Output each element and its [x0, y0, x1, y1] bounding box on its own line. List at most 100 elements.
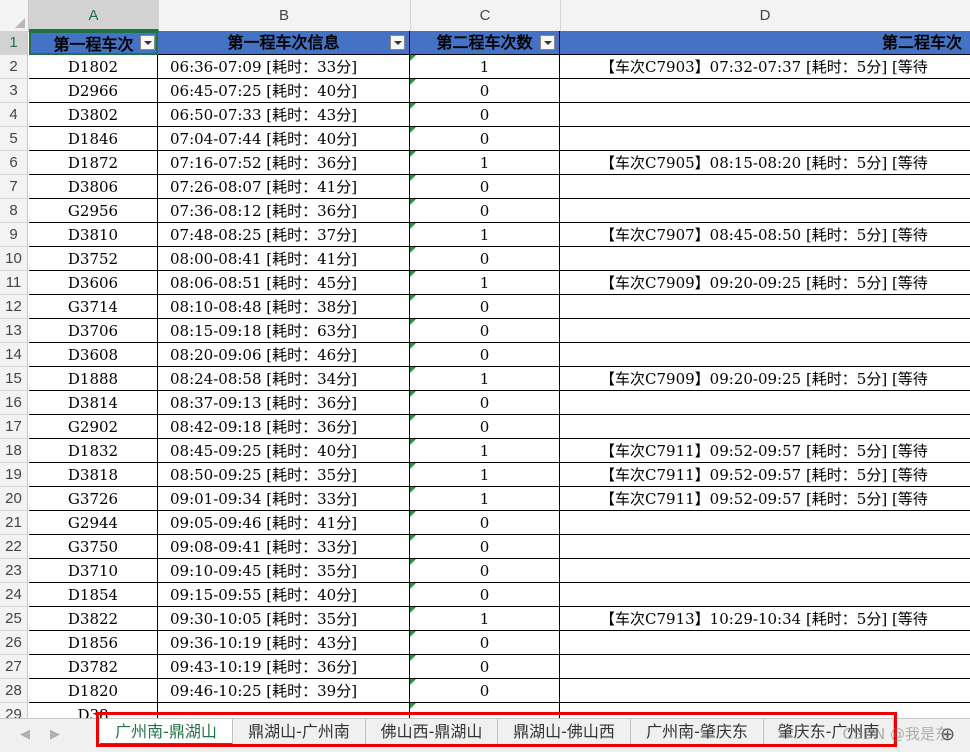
- table-cell-a[interactable]: D1856: [29, 631, 158, 655]
- table-cell-b[interactable]: 07:48-08:25 [耗时：37分]: [158, 223, 410, 247]
- table-cell-d[interactable]: 【车次C7909】09:20-09:25 [耗时：5分] [等待: [560, 367, 970, 391]
- row-header[interactable]: 22: [0, 535, 28, 559]
- table-cell-d[interactable]: [560, 559, 970, 583]
- table-cell-a[interactable]: D1854: [29, 583, 158, 607]
- table-cell-b[interactable]: 09:01-09:34 [耗时：33分]: [158, 487, 410, 511]
- table-cell-c[interactable]: 1: [410, 607, 560, 631]
- table-cell-b[interactable]: 06:36-07:09 [耗时：33分]: [158, 55, 410, 79]
- table-cell-c[interactable]: 1: [410, 151, 560, 175]
- table-cell-a[interactable]: D1846: [29, 127, 158, 151]
- table-cell-a[interactable]: G3750: [29, 535, 158, 559]
- table-cell-b[interactable]: 09:15-09:55 [耗时：40分]: [158, 583, 410, 607]
- table-cell-a[interactable]: D2966: [29, 79, 158, 103]
- table-cell-b[interactable]: [158, 703, 410, 718]
- table-cell-b[interactable]: 08:37-09:13 [耗时：36分]: [158, 391, 410, 415]
- filter-dropdown-icon[interactable]: [540, 35, 555, 50]
- tab-scroll-right-icon[interactable]: ▶: [50, 727, 60, 742]
- table-cell-b[interactable]: 08:45-09:25 [耗时：40分]: [158, 439, 410, 463]
- table-cell-a[interactable]: D1832: [29, 439, 158, 463]
- table-cell-c[interactable]: 0: [410, 103, 560, 127]
- table-cell-a[interactable]: D38: [29, 703, 158, 718]
- table-cell-a[interactable]: D3806: [29, 175, 158, 199]
- filter-dropdown-icon[interactable]: [140, 35, 155, 50]
- select-all-corner[interactable]: [0, 0, 29, 31]
- table-cell-d[interactable]: [560, 655, 970, 679]
- table-cell-d[interactable]: [560, 79, 970, 103]
- table-cell-b[interactable]: 09:36-10:19 [耗时：43分]: [158, 631, 410, 655]
- row-header[interactable]: 13: [0, 319, 28, 343]
- table-cell-d[interactable]: [560, 247, 970, 271]
- header-cell-b[interactable]: 第一程车次信息: [158, 31, 410, 55]
- table-cell-c[interactable]: 0: [410, 631, 560, 655]
- table-cell-b[interactable]: 09:46-10:25 [耗时：39分]: [158, 679, 410, 703]
- table-cell-d[interactable]: [560, 511, 970, 535]
- header-cell-d[interactable]: 第二程车次: [560, 31, 970, 55]
- sheet-tab[interactable]: 广州南-肇庆东: [631, 719, 764, 745]
- table-cell-d[interactable]: 【车次C7905】08:15-08:20 [耗时：5分] [等待: [560, 151, 970, 175]
- table-cell-a[interactable]: G3726: [29, 487, 158, 511]
- table-cell-b[interactable]: 08:00-08:41 [耗时：41分]: [158, 247, 410, 271]
- row-header[interactable]: 2: [0, 55, 28, 79]
- table-cell-c[interactable]: 1: [410, 367, 560, 391]
- table-cell-a[interactable]: D3706: [29, 319, 158, 343]
- row-header[interactable]: 1: [0, 31, 28, 55]
- filter-dropdown-icon[interactable]: [390, 35, 405, 50]
- row-header[interactable]: 24: [0, 583, 28, 607]
- table-cell-d[interactable]: [560, 199, 970, 223]
- table-cell-b[interactable]: 08:50-09:25 [耗时：35分]: [158, 463, 410, 487]
- table-cell-b[interactable]: 07:16-07:52 [耗时：36分]: [158, 151, 410, 175]
- table-cell-a[interactable]: D3814: [29, 391, 158, 415]
- table-cell-d[interactable]: [560, 679, 970, 703]
- table-cell-a[interactable]: G2956: [29, 199, 158, 223]
- table-cell-c[interactable]: 0: [410, 295, 560, 319]
- table-cell-c[interactable]: 0: [410, 511, 560, 535]
- header-cell-c[interactable]: 第二程车次数: [410, 31, 560, 55]
- row-header[interactable]: 12: [0, 295, 28, 319]
- table-cell-a[interactable]: D3608: [29, 343, 158, 367]
- row-header[interactable]: 15: [0, 367, 28, 391]
- table-cell-b[interactable]: 07:36-08:12 [耗时：36分]: [158, 199, 410, 223]
- table-cell-a[interactable]: D1888: [29, 367, 158, 391]
- table-cell-d[interactable]: [560, 319, 970, 343]
- table-cell-a[interactable]: G2902: [29, 415, 158, 439]
- table-cell-b[interactable]: 09:08-09:41 [耗时：33分]: [158, 535, 410, 559]
- row-header[interactable]: 3: [0, 79, 28, 103]
- row-header[interactable]: 8: [0, 199, 28, 223]
- table-cell-c[interactable]: 0: [410, 175, 560, 199]
- table-cell-b[interactable]: 07:04-07:44 [耗时：40分]: [158, 127, 410, 151]
- row-header[interactable]: 7: [0, 175, 28, 199]
- table-cell-c[interactable]: 1: [410, 487, 560, 511]
- table-cell-c[interactable]: 0: [410, 415, 560, 439]
- table-cell-b[interactable]: 08:15-09:18 [耗时：63分]: [158, 319, 410, 343]
- table-cell-a[interactable]: D1820: [29, 679, 158, 703]
- row-header[interactable]: 29: [0, 703, 28, 718]
- row-header[interactable]: 25: [0, 607, 28, 631]
- table-cell-b[interactable]: 09:05-09:46 [耗时：41分]: [158, 511, 410, 535]
- table-cell-c[interactable]: 0: [410, 583, 560, 607]
- table-cell-a[interactable]: D3818: [29, 463, 158, 487]
- table-cell-d[interactable]: [560, 343, 970, 367]
- table-cell-d[interactable]: [560, 583, 970, 607]
- table-cell-d[interactable]: 【车次C7911】09:52-09:57 [耗时：5分] [等待: [560, 463, 970, 487]
- table-cell-c[interactable]: 0: [410, 127, 560, 151]
- row-header[interactable]: 9: [0, 223, 28, 247]
- column-header-d[interactable]: D: [560, 0, 970, 31]
- table-cell-a[interactable]: D3822: [29, 607, 158, 631]
- table-cell-b[interactable]: 07:26-08:07 [耗时：41分]: [158, 175, 410, 199]
- table-cell-a[interactable]: D1872: [29, 151, 158, 175]
- table-cell-a[interactable]: D3782: [29, 655, 158, 679]
- tab-scroll-left-icon[interactable]: ◀: [20, 727, 30, 742]
- row-header[interactable]: 27: [0, 655, 28, 679]
- table-cell-d[interactable]: [560, 175, 970, 199]
- row-header[interactable]: 26: [0, 631, 28, 655]
- table-cell-a[interactable]: D1802: [29, 55, 158, 79]
- table-cell-b[interactable]: 08:06-08:51 [耗时：45分]: [158, 271, 410, 295]
- table-cell-d[interactable]: [560, 703, 970, 718]
- row-header[interactable]: 19: [0, 463, 28, 487]
- row-header[interactable]: 20: [0, 487, 28, 511]
- sheet-tab[interactable]: 鼎湖山-广州南: [233, 719, 366, 745]
- header-cell-a[interactable]: 第一程车次: [29, 31, 158, 55]
- table-cell-c[interactable]: 0: [410, 391, 560, 415]
- sheet-tab[interactable]: 广州南-鼎湖山: [100, 719, 233, 745]
- table-cell-c[interactable]: 0: [410, 319, 560, 343]
